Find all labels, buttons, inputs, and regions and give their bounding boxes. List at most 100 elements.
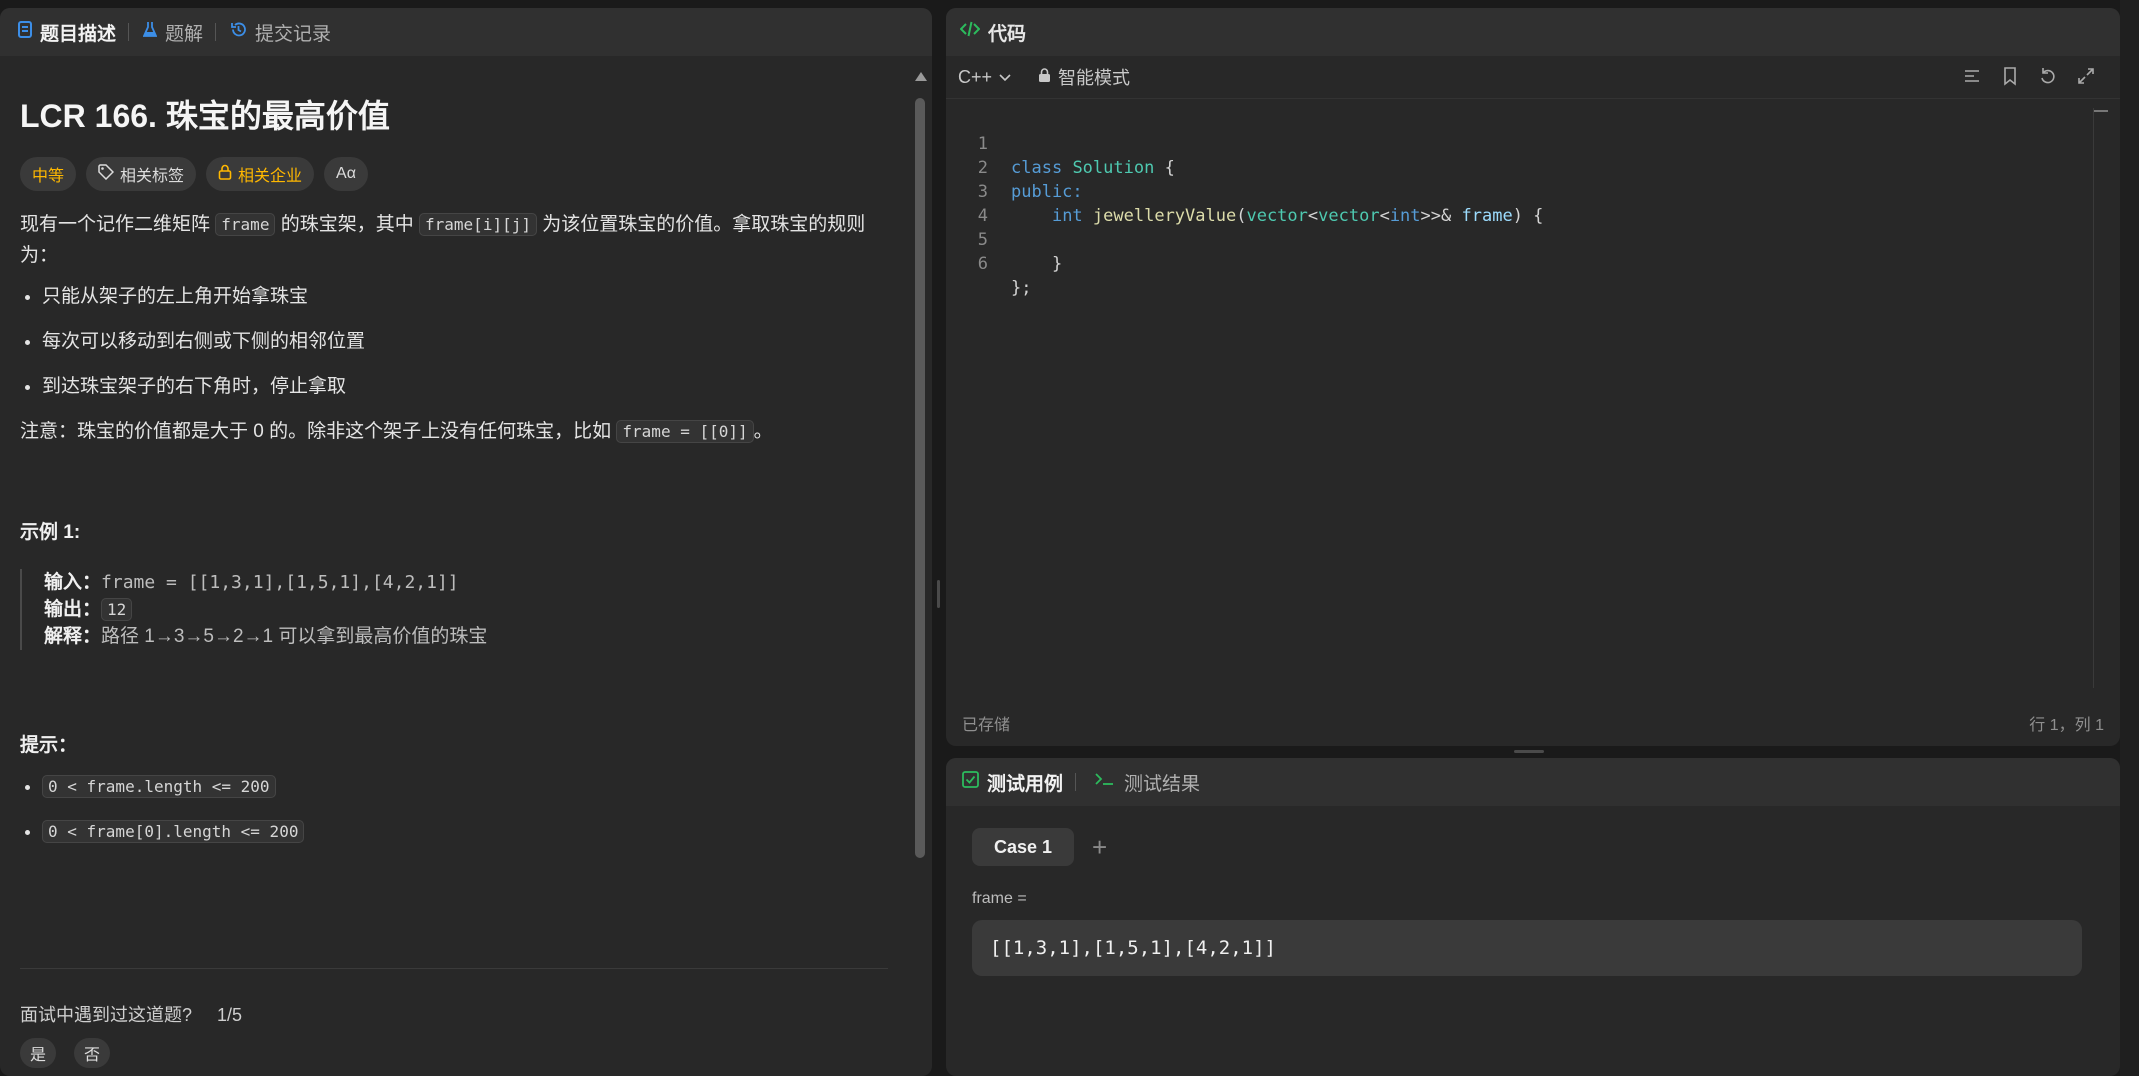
bookmark-icon[interactable]: [2000, 66, 2020, 91]
tab-solutions-label: 题解: [165, 23, 204, 45]
hints-list: 0 < frame.length <= 200 0 < frame[0].len…: [20, 771, 900, 847]
example-input-label: 输入：: [44, 572, 102, 593]
desc-text: 现有一个记作二维矩阵: [20, 214, 216, 235]
problem-description: 现有一个记作二维矩阵 frame 的珠宝架，其中 frame[i][j] 为该位…: [20, 209, 880, 271]
line-number: 6: [977, 254, 988, 274]
hint-code: 0 < frame[0].length <= 200: [42, 820, 305, 843]
yes-button[interactable]: 是: [20, 1038, 56, 1068]
code-icon: [959, 21, 981, 43]
tab-results[interactable]: 测试结果: [1094, 769, 1200, 796]
tab-submissions-label: 提交记录: [255, 23, 332, 45]
add-case-icon[interactable]: +: [1092, 832, 1107, 863]
case-1-button[interactable]: Case 1: [972, 828, 1075, 866]
difficulty-badge[interactable]: 中等: [20, 157, 77, 191]
reset-icon[interactable]: [2038, 66, 2058, 91]
code-line: 5 }: [946, 204, 2120, 274]
faced-count: 1/5: [217, 1005, 243, 1025]
translate-icon: Aα: [336, 165, 356, 182]
cursor-marker: [2094, 110, 2108, 112]
frame-input[interactable]: [[1,3,1],[1,5,1],[4,2,1]]: [972, 920, 2082, 976]
inline-code: frame: [215, 213, 276, 236]
fullscreen-icon[interactable]: [2076, 66, 2096, 91]
code-editor-panel: 代码 C++ 智能模式 1 class Solution {2 public:…: [946, 8, 2120, 746]
related-companies-label: 相关企业: [238, 168, 303, 185]
note-text: 注意：珠宝的价值都是大于 0 的。除非这个架子上没有任何珠宝，比如: [20, 421, 617, 442]
inline-code: frame[i][j]: [419, 213, 537, 236]
tab-testcases[interactable]: 测试用例: [962, 769, 1063, 796]
related-tags-label: 相关标签: [120, 168, 185, 185]
example-block: 输入：frame = [[1,3,1],[1,5,1],[4,2,1]] 输出：…: [20, 569, 900, 650]
chevron-down-icon: [998, 67, 1012, 88]
list-item: 到达珠宝架子的右下角时，停止拿取: [42, 371, 900, 402]
code-text: }: [1051, 254, 1063, 274]
faced-question-label: 面试中遇到过这道题?: [20, 1005, 193, 1025]
panel-resize-handle[interactable]: [1514, 750, 1544, 753]
problem-tags: 中等 相关标签 相关企业 Aα: [20, 157, 900, 191]
editor-footer: 已存储 行 1，列 1: [946, 700, 2120, 746]
language-label: C++: [958, 66, 993, 87]
tab-separator: [1075, 773, 1077, 791]
example-input: frame = [[1,3,1],[1,5,1],[4,2,1]]: [101, 572, 459, 593]
language-select[interactable]: C++: [958, 67, 1012, 88]
tab-separator: [215, 23, 217, 41]
problem-content: LCR 166. 珠宝的最高价值 中等 相关标签 相关企业 Aα 现有一个记作二…: [20, 56, 900, 861]
divider: [20, 968, 888, 969]
panel-resize-handle[interactable]: [937, 580, 940, 608]
code-area[interactable]: 1 class Solution { 2 public: 3 int jewel…: [946, 108, 2120, 688]
tab-results-label: 测试结果: [1124, 773, 1201, 795]
terminal-icon: [1094, 771, 1116, 793]
list-item: 只能从架子的左上角开始拿珠宝: [42, 281, 900, 312]
lock-icon: [218, 164, 232, 185]
example-output-label: 输出：: [44, 599, 102, 620]
editor-title: 代码: [988, 23, 1027, 45]
description-icon: [18, 20, 32, 44]
example-output: 12: [101, 598, 133, 621]
editor-header: 代码: [946, 8, 2120, 56]
case-row: Case 1 +: [972, 828, 1107, 866]
flask-icon: [142, 21, 158, 44]
smart-mode-label: 智能模式: [1058, 68, 1131, 88]
no-button[interactable]: 否: [74, 1038, 110, 1068]
list-item: 0 < frame[0].length <= 200: [42, 816, 900, 847]
rules-list: 只能从架子的左上角开始拿珠宝 每次可以移动到右侧或下侧的相邻位置 到达珠宝架子的…: [20, 281, 900, 402]
hint-heading: 提示：: [20, 735, 78, 756]
scroll-thumb[interactable]: [915, 98, 925, 858]
code-line: 3 int jewelleryValue(vector<vector<int>>…: [946, 156, 2120, 226]
tab-description-label: 题目描述: [40, 23, 117, 45]
format-icon[interactable]: [1962, 66, 1982, 91]
code-line: 4: [946, 180, 2120, 226]
page-scrollbar[interactable]: [2120, 0, 2139, 1076]
hint-code: 0 < frame.length <= 200: [42, 775, 276, 798]
list-item: 每次可以移动到右侧或下侧的相邻位置: [42, 326, 900, 357]
editor-tools: [1962, 66, 2096, 91]
tab-testcases-label: 测试用例: [987, 773, 1064, 795]
code-line: 1 class Solution {: [946, 108, 2120, 178]
related-companies-button[interactable]: 相关企业: [206, 157, 315, 191]
problem-title: LCR 166. 珠宝的最高价值: [20, 98, 390, 134]
smart-mode-toggle[interactable]: 智能模式: [1038, 64, 1130, 90]
tab-separator: [128, 23, 130, 41]
tab-solutions[interactable]: 题解: [139, 19, 215, 46]
scroll-up-icon[interactable]: [915, 72, 927, 81]
cursor-position: 行 1，列 1: [2029, 717, 2104, 734]
code-line: 2 public:: [946, 132, 2120, 202]
problem-scrollbar[interactable]: [913, 68, 927, 1076]
problem-panel: 题目描述 题解 提交记录 LCR 166. 珠宝的最高价值 中等 相关标签 相关…: [0, 8, 932, 1076]
lock-icon: [1038, 67, 1051, 88]
faced-question: 面试中遇到过这道题? 1/5: [20, 1001, 242, 1027]
example-explain: 路径 1→3→5→2→1 可以拿到最高价值的珠宝: [101, 626, 488, 647]
tab-submissions[interactable]: 提交记录: [226, 19, 343, 46]
editor-scrollbar[interactable]: [2093, 108, 2094, 688]
save-status: 已存储: [962, 717, 1011, 734]
tab-description[interactable]: 题目描述: [14, 19, 128, 46]
code-text: };: [1011, 278, 1032, 298]
inline-code: frame = [[0]]: [616, 420, 754, 443]
example-heading: 示例 1:: [20, 522, 81, 543]
desc-text: 的珠宝架，其中: [275, 214, 420, 235]
related-tags-button[interactable]: 相关标签: [86, 157, 197, 191]
translate-button[interactable]: Aα: [324, 157, 368, 191]
history-icon: [230, 21, 247, 44]
checkbox-icon: [962, 770, 979, 794]
testcase-panel: 测试用例 测试结果 Case 1 + frame = [[1,3,1],[1,5…: [946, 758, 2120, 1076]
editor-toolbar: C++ 智能模式: [946, 56, 2120, 99]
